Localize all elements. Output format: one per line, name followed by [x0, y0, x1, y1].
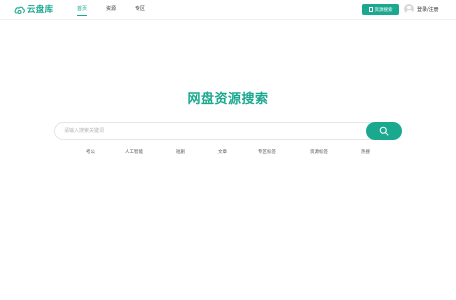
page-title: 网盘资源搜索	[187, 92, 269, 107]
document-icon	[368, 7, 373, 12]
tag-link[interactable]: 文章	[218, 149, 227, 157]
resource-search-button[interactable]: 资源搜索	[362, 4, 399, 15]
nav-item-resources[interactable]: 资源	[106, 5, 116, 13]
nav-item-label: 资源	[106, 6, 117, 12]
search-input[interactable]	[54, 122, 372, 140]
search-icon	[379, 126, 389, 136]
nav-item-label: 专区	[135, 6, 146, 12]
search-bar	[54, 122, 402, 140]
tag-link[interactable]: 人工智能	[125, 149, 143, 157]
search-button[interactable]	[366, 122, 402, 140]
tag-link[interactable]: 短剧	[176, 149, 185, 157]
hot-tags: 考公 人工智能 短剧 文章 专区标签 资源标签 热搜	[0, 149, 456, 157]
nav-item-label: 首页	[77, 6, 88, 12]
login-register-link[interactable]: 登录/注册	[417, 6, 439, 14]
tag-link[interactable]: 考公	[86, 149, 95, 157]
tag-link[interactable]: 资源标签	[310, 149, 328, 157]
resource-search-button-label: 资源搜索	[374, 7, 393, 13]
cloud-logo-icon	[14, 6, 25, 15]
avatar-body-shape	[405, 10, 413, 14]
active-nav-underline	[77, 15, 88, 16]
nav-item-home[interactable]: 首页	[77, 5, 88, 16]
tag-link[interactable]: 专区标签	[258, 149, 276, 157]
nav-item-zone[interactable]: 专区	[135, 5, 145, 13]
logo-text: 云盘库	[27, 5, 54, 15]
avatar-head-shape	[407, 5, 411, 10]
tag-link[interactable]: 热搜	[361, 149, 370, 157]
logo[interactable]: 云盘库	[14, 4, 53, 16]
top-header: 云盘库 首页 资源 专区 资源搜索 登录/注册	[0, 0, 456, 20]
avatar[interactable]	[404, 4, 414, 14]
